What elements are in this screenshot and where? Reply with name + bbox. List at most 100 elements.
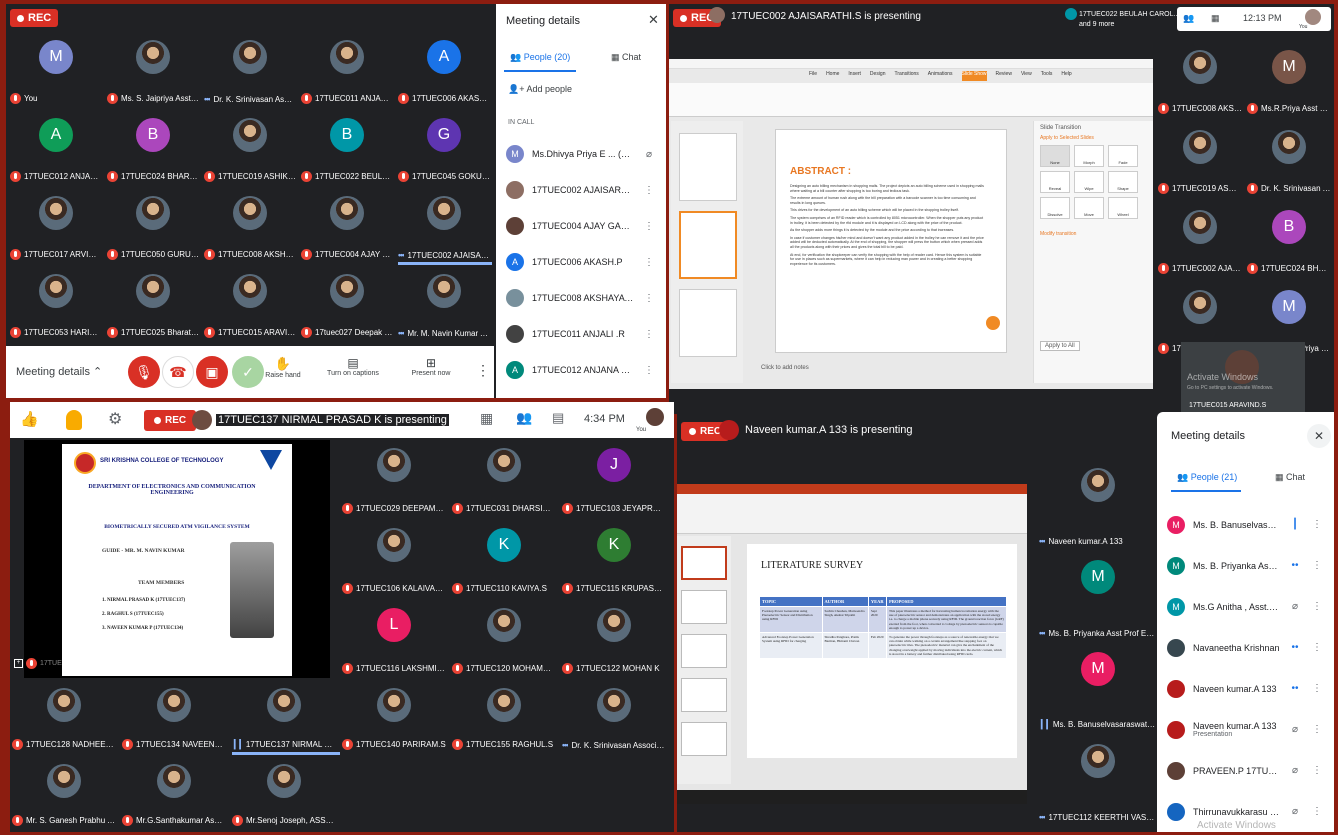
participant-tile[interactable]: B 17TUEC024 BHARATH...: [105, 112, 201, 186]
apply-all-button[interactable]: Apply to All: [1040, 341, 1080, 351]
person-row[interactable]: M Ms.G Anitha , Asst. Prof. ⌀ ⋮: [1157, 586, 1334, 627]
participant-tile[interactable]: M ••• Ms. B. Priyanka Asst Prof ECE: [1037, 554, 1159, 642]
mic-off-icon[interactable]: ⌀: [642, 149, 656, 160]
participant-tile[interactable]: ••• Dr. K. Srinivasan Asso...: [202, 34, 298, 108]
participant-tile[interactable]: 17TUEC120 MOHAMED FI...: [450, 602, 558, 678]
participant-tile[interactable]: A 17TUEC006 AKASH.P: [396, 34, 492, 108]
transition-option[interactable]: Morph: [1074, 145, 1104, 167]
participant-tile[interactable]: 17TUEC029 DEEPAMURU...: [340, 442, 448, 518]
captions-button[interactable]: ▤ Turn on captions: [318, 356, 388, 377]
participant-tile[interactable]: 17TUEC008 AKSHAYA...: [202, 190, 298, 264]
ribbon-tab[interactable]: Transitions: [895, 71, 919, 81]
participant-tile[interactable]: B 17TUEC024 BHARATH.P: [1245, 204, 1333, 278]
participant-tile[interactable]: 17TUEC122 MOHAN K: [560, 602, 668, 678]
transition-option[interactable]: Wheel: [1108, 197, 1138, 219]
more-options-icon[interactable]: ⋮: [1310, 519, 1324, 530]
participant-tile[interactable]: Mr. S. Ganesh Prabhu Asst...: [10, 758, 118, 830]
ribbon-tab[interactable]: Tools: [1041, 71, 1053, 81]
more-options-icon[interactable]: ⋮: [642, 221, 656, 232]
participant-tile[interactable]: M ┃┃Ms. B. Banuselvasaraswathy A...: [1037, 646, 1159, 734]
more-options-icon[interactable]: ⋮: [642, 293, 656, 304]
participant-tile[interactable]: 17TUEC019 ASHIKHA.E: [202, 112, 298, 186]
transition-option[interactable]: None: [1040, 145, 1070, 167]
ribbon-tab[interactable]: Insert: [848, 71, 861, 81]
ribbon-tab[interactable]: Design: [870, 71, 886, 81]
more-options-icon[interactable]: ⋮: [1310, 642, 1324, 653]
transition-option[interactable]: Move: [1074, 197, 1104, 219]
person-row[interactable]: Naveen kumar.A 133 Presentation ⌀ ⋮: [1157, 709, 1334, 750]
participant-tile[interactable]: ┃┃17TUEC137 NIRMAL PRA...: [230, 682, 338, 754]
participant-tile[interactable]: K 17TUEC110 KAVIYA.S: [450, 522, 558, 598]
participant-tile[interactable]: 17tuec027 Deepak no...: [299, 268, 395, 342]
participant-tile[interactable]: 17TUEC008 AKSHAYA ...: [1156, 44, 1244, 118]
participant-tile[interactable]: M You: [8, 34, 104, 108]
close-icon[interactable]: ✕: [1307, 424, 1331, 448]
person-row[interactable]: 17TUEC011 ANJALI .R ⋮: [496, 316, 666, 352]
participant-tile[interactable]: B 17TUEC022 BEULAH ...: [299, 112, 395, 186]
ribbon-tab[interactable]: Animations: [928, 71, 953, 81]
person-row[interactable]: A 17TUEC006 AKASH.P ⋮: [496, 244, 666, 280]
people-tab[interactable]: 👥 People (21): [1177, 472, 1237, 483]
participant-tile[interactable]: 17TUEC019 ASHIKHA.E: [1156, 124, 1244, 198]
thumbnail[interactable]: [681, 678, 727, 712]
participant-tile[interactable]: Ms. S. Jaipriya Asst Pr...: [105, 34, 201, 108]
more-options-icon[interactable]: ⋮: [642, 329, 656, 340]
participant-tile[interactable]: 17TUEC025 Bharathi.G: [105, 268, 201, 342]
chat-icon[interactable]: ▦: [1211, 13, 1220, 24]
ribbon-tab[interactable]: Help: [1061, 71, 1071, 81]
close-icon[interactable]: ✕: [648, 12, 659, 28]
person-row[interactable]: 17TUEC008 AKSHAYA K... ⋮: [496, 280, 666, 316]
participant-tile[interactable]: 17TUEC053 HARISH B...: [8, 268, 104, 342]
participant-tile[interactable]: 17TUEC011 ANJALI .R: [299, 34, 395, 108]
more-options-icon[interactable]: ⋮: [1310, 806, 1324, 817]
participant-tile[interactable]: ••• Mr. M. Navin Kumar A...: [396, 268, 492, 342]
camera-off-button[interactable]: ▣: [196, 356, 228, 388]
people-count-icon[interactable]: 👥: [1183, 13, 1194, 24]
grid-view-icon[interactable]: ▦: [480, 410, 493, 427]
settings-icon[interactable]: ⚙: [108, 409, 122, 429]
participant-tile[interactable]: 17TUEC140 PARIRAM.S: [340, 682, 448, 754]
participant-tile[interactable]: Mr.G.Santhakumar Asst Pr...: [120, 758, 228, 830]
leave-call-button[interactable]: ☎: [162, 356, 194, 388]
participant-tile[interactable]: A 17TUEC012 ANJANA ...: [8, 112, 104, 186]
person-row[interactable]: A 17TUEC012 ANJANA ME... ⋮: [496, 352, 666, 388]
more-options-icon[interactable]: ⋮: [1310, 683, 1324, 694]
people-icon[interactable]: 👥: [516, 410, 532, 426]
more-options-icon[interactable]: ⋮: [1310, 765, 1324, 776]
person-row[interactable]: M Ms.Dhivya Priya E ... (You) ⌀: [496, 136, 666, 172]
ribbon-tab[interactable]: View: [1021, 71, 1032, 81]
person-row[interactable]: 17TUEC002 AJAISARAT... ⋮: [496, 172, 666, 208]
add-people-button[interactable]: 👤+ Add people: [508, 84, 572, 95]
participant-tile[interactable]: K 17TUEC115 KRUPASREE.P: [560, 522, 668, 598]
transition-option[interactable]: Reveal: [1040, 171, 1070, 193]
participant-tile[interactable]: 17TUEC155 RAGHUL.S: [450, 682, 558, 754]
transition-option[interactable]: Wipe: [1074, 171, 1104, 193]
chat-tab[interactable]: ▦ Chat: [1275, 472, 1305, 483]
person-row[interactable]: PRAVEEN.P 17TUEC150 ⌀ ⋮: [1157, 750, 1334, 791]
more-options-icon[interactable]: ⋮: [1310, 724, 1324, 735]
more-options-icon[interactable]: ⋮: [1310, 601, 1324, 612]
more-options-icon[interactable]: ⋮: [642, 257, 656, 268]
participant-tile[interactable]: ••• 17TUEC112 KEERTHI VASAN.G: [1037, 738, 1159, 826]
more-options-icon[interactable]: ⋮: [1310, 560, 1324, 571]
mic-off-button[interactable]: 🎙: [128, 356, 160, 388]
thumbnail[interactable]: [681, 590, 727, 624]
more-options-icon[interactable]: ⋮: [642, 185, 656, 196]
more-options-icon[interactable]: ⋮: [642, 365, 656, 376]
meeting-details-button[interactable]: Meeting details ⌃: [16, 365, 102, 378]
person-row[interactable]: M Ms. B. Banuselvasarasw... ┃ ⋮: [1157, 504, 1334, 545]
participant-tile[interactable]: ••• 17TUEC002 AJAISAR...: [396, 190, 492, 264]
participant-tile[interactable]: J 17TUEC103 JEYAPRABHA...: [560, 442, 668, 518]
thumbs-up-icon[interactable]: 👍: [20, 410, 39, 428]
participant-tile[interactable]: 17TUEC004 AJAY GA...: [299, 190, 395, 264]
participant-tile[interactable]: Dr. K. Srinivasan Associ...: [1245, 124, 1333, 198]
person-row[interactable]: Naveen kumar.A 133 •• ⋮: [1157, 668, 1334, 709]
participant-tile[interactable]: ••• Naveen kumar.A 133: [1037, 462, 1159, 550]
transition-option[interactable]: Shape: [1108, 171, 1138, 193]
thumbnail[interactable]: [679, 133, 737, 201]
participant-tile[interactable]: 17TUEC031 DHARSINI.B: [450, 442, 558, 518]
thumbnail-selected[interactable]: [681, 546, 727, 580]
ribbon-tab[interactable]: File: [809, 71, 817, 81]
transition-option[interactable]: Fade: [1108, 145, 1138, 167]
participant-tile[interactable]: ••• Dr. K. Srinivasan Associate...: [560, 682, 668, 754]
